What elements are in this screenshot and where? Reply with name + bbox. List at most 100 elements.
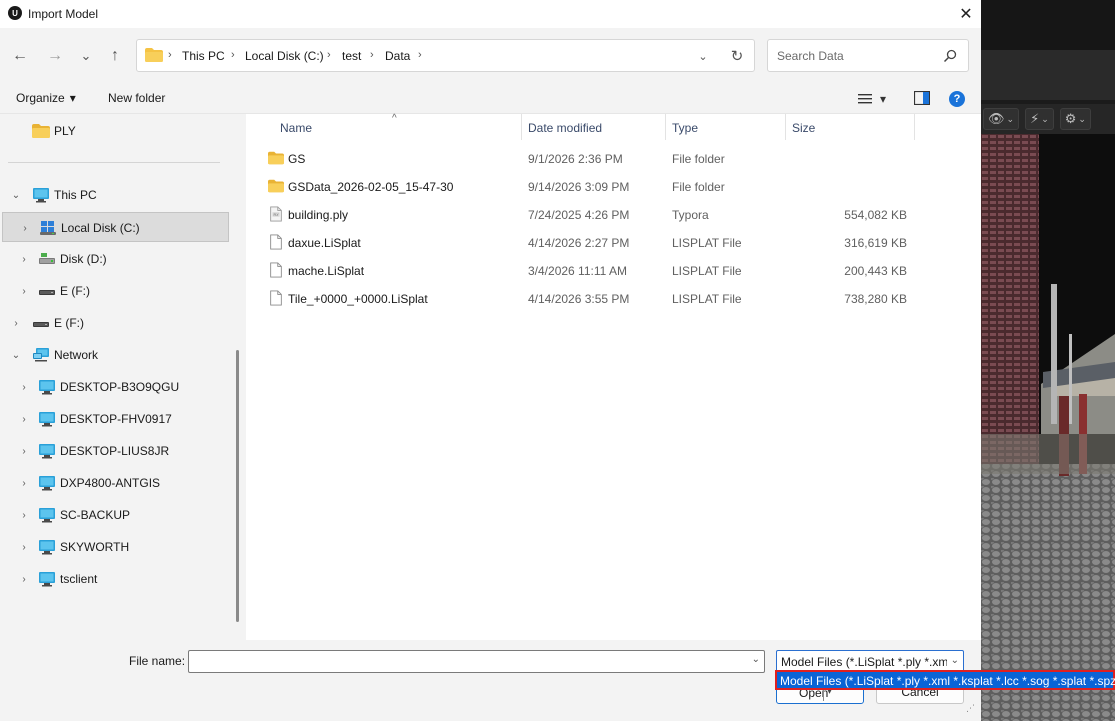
close-button[interactable]: ✕ bbox=[951, 0, 981, 28]
breadcrumb-test[interactable]: test bbox=[342, 49, 361, 63]
organize-button[interactable]: Organize ▾ bbox=[16, 91, 76, 105]
chevron-right-icon[interactable]: › bbox=[18, 477, 30, 489]
nav-item-label: DXP4800-ANTGIS bbox=[60, 476, 161, 490]
nav-item-desktop-b3o9qgu[interactable]: › DESKTOP-B3O9QGU bbox=[0, 372, 228, 402]
column-header-size[interactable]: Size bbox=[792, 121, 815, 135]
column-divider[interactable] bbox=[521, 114, 522, 140]
computer-icon bbox=[39, 572, 55, 587]
unreal-logo-icon: U bbox=[8, 6, 22, 20]
address-history-dropdown[interactable]: ⌄ bbox=[692, 47, 714, 65]
bg-3d-viewport[interactable] bbox=[981, 134, 1115, 721]
file-row[interactable]: PLY building.ply 7/24/2025 4:26 PM Typora 55… bbox=[260, 200, 920, 228]
search-input[interactable] bbox=[769, 41, 935, 70]
file-name: mache.LiSplat bbox=[288, 264, 365, 278]
computer-icon bbox=[39, 476, 55, 491]
nav-item-e-f[interactable]: › E (F:) bbox=[0, 276, 228, 306]
column-header-type[interactable]: Type bbox=[672, 121, 698, 135]
nav-item-desktop-fhv0917[interactable]: › DESKTOP-FHV0917 bbox=[0, 404, 228, 434]
file-date-modified: 9/14/2026 3:09 PM bbox=[528, 180, 630, 194]
file-type-select[interactable]: Model Files (*.LiSplat *.ply *.xm ⌄ bbox=[776, 650, 964, 672]
file-type-selected-value: Model Files (*.LiSplat *.ply *.xm bbox=[781, 655, 947, 669]
address-bar[interactable]: › This PC › Local Disk (C:) › test › Dat… bbox=[136, 39, 755, 72]
nav-item-disk-d[interactable]: › Disk (D:) bbox=[0, 244, 228, 274]
resize-grip-icon[interactable]: ⋰ bbox=[966, 704, 978, 718]
chevron-right-icon[interactable]: › bbox=[18, 541, 30, 553]
chevron-right-icon[interactable]: › bbox=[19, 222, 31, 234]
refresh-icon: ↻ bbox=[730, 48, 744, 65]
file-type-option-model-files[interactable]: Model Files (*.LiSplat *.ply *.xml *.ksp… bbox=[780, 674, 1115, 688]
chevron-right-icon[interactable]: › bbox=[18, 413, 30, 425]
file-date-modified: 4/14/2026 2:27 PM bbox=[528, 236, 630, 250]
file-list: ^ Name Date modified Type Size GS 9/1/202… bbox=[246, 113, 981, 640]
chevron-right-icon[interactable]: › bbox=[18, 509, 30, 521]
file-row[interactable]: GSData_2026-02-05_15-47-30 9/14/2026 3:09… bbox=[260, 172, 920, 200]
preview-pane-icon[interactable] bbox=[914, 91, 930, 105]
help-button[interactable]: ? bbox=[949, 91, 965, 107]
title-bar[interactable]: U Import Model ✕ bbox=[0, 0, 981, 28]
nav-item-local-disk-c[interactable]: › Local Disk (C:) bbox=[2, 212, 229, 242]
folder-icon bbox=[145, 48, 163, 62]
forward-button[interactable]: → bbox=[43, 45, 67, 67]
eye-icon[interactable]: 👁 ⌄ bbox=[983, 108, 1020, 130]
nav-divider bbox=[8, 162, 220, 163]
file-row[interactable]: Tile_+0000_+0000.LiSplat 4/14/2026 3:55 P… bbox=[260, 284, 920, 312]
computer-icon bbox=[39, 540, 55, 555]
file-type: Typora bbox=[672, 208, 709, 222]
file-row[interactable]: daxue.LiSplat 4/14/2026 2:27 PM LISPLAT Fi… bbox=[260, 228, 920, 256]
nav-item-skyworth[interactable]: › SKYWORTH bbox=[0, 532, 228, 562]
change-view-button[interactable]: ▾ bbox=[858, 90, 894, 108]
wand-icon[interactable]: ⚡ ⌄ bbox=[1025, 108, 1054, 130]
breadcrumb-separator: › bbox=[418, 49, 422, 61]
chevron-right-icon[interactable]: › bbox=[18, 253, 30, 265]
file-row[interactable]: mache.LiSplat 3/4/2026 11:11 AM LISPLAT Fi… bbox=[260, 256, 920, 284]
column-divider[interactable] bbox=[665, 114, 666, 140]
chevron-right-icon[interactable]: › bbox=[18, 573, 30, 585]
file-name-input[interactable] bbox=[190, 652, 740, 671]
column-divider[interactable] bbox=[914, 114, 915, 140]
column-header-date[interactable]: Date modified bbox=[528, 121, 602, 135]
file-row[interactable]: GS 9/1/2026 2:36 PM File folder bbox=[260, 144, 920, 172]
computer-icon bbox=[39, 412, 55, 427]
file-icon bbox=[270, 234, 282, 250]
chevron-right-icon[interactable]: › bbox=[18, 285, 30, 297]
chevron-right-icon[interactable]: › bbox=[18, 381, 30, 393]
breadcrumb-this-pc[interactable]: This PC bbox=[182, 49, 225, 63]
navigation-pane: PLY ⌄ This PC › Local Disk (C:) › Disk (D:) › E … bbox=[0, 114, 246, 640]
nav-item-e-f[interactable]: › E (F:) bbox=[0, 308, 228, 338]
refresh-button[interactable]: ↻ bbox=[726, 46, 748, 66]
breadcrumb-local-disk[interactable]: Local Disk (C:) bbox=[245, 49, 324, 63]
breadcrumb-data[interactable]: Data bbox=[385, 49, 410, 63]
column-divider[interactable] bbox=[785, 114, 786, 140]
gear-icon[interactable]: ⚙ ⌄ bbox=[1059, 108, 1091, 130]
nav-item-label: DESKTOP-B3O9QGU bbox=[60, 380, 180, 394]
new-folder-button[interactable]: New folder bbox=[108, 91, 165, 105]
search-box[interactable] bbox=[767, 39, 969, 72]
file-name-combobox[interactable]: ⌄ bbox=[188, 650, 765, 673]
file-size: 316,619 KB bbox=[844, 236, 907, 250]
chevron-down-icon[interactable]: ⌄ bbox=[10, 349, 22, 361]
file-size: 200,443 KB bbox=[844, 264, 907, 278]
point-cloud-scene bbox=[981, 134, 1115, 721]
chevron-right-icon[interactable]: › bbox=[18, 445, 30, 457]
ply-file-icon: PLY bbox=[270, 206, 282, 222]
chevron-down-icon[interactable]: ⌄ bbox=[10, 189, 22, 201]
file-name-label: File name: bbox=[129, 654, 186, 668]
column-header-name[interactable]: Name bbox=[280, 121, 312, 135]
search-icon[interactable] bbox=[940, 46, 960, 66]
nav-item-tsclient[interactable]: › tsclient bbox=[0, 564, 228, 594]
nav-item-ply[interactable]: PLY bbox=[0, 116, 228, 146]
nav-item-label: Local Disk (C:) bbox=[61, 221, 140, 235]
recent-locations-button[interactable]: ⌄ bbox=[74, 45, 98, 67]
nav-item-desktop-lius8jr[interactable]: › DESKTOP-LIUS8JR bbox=[0, 436, 228, 466]
back-button[interactable]: ← bbox=[8, 45, 32, 67]
nav-scrollbar-thumb[interactable] bbox=[236, 350, 239, 622]
nav-item-network[interactable]: ⌄ Network bbox=[0, 340, 228, 370]
chevron-right-icon[interactable]: › bbox=[10, 317, 22, 329]
chevron-down-icon[interactable]: ⌄ bbox=[752, 654, 760, 665]
file-name: GS bbox=[288, 152, 306, 166]
nav-item-sc-backup[interactable]: › SC-BACKUP bbox=[0, 500, 228, 530]
nav-item-this-pc[interactable]: ⌄ This PC bbox=[0, 180, 228, 210]
navigation-bar: ← → ⌄ ↑ › This PC › Local Disk (C:) › te… bbox=[0, 28, 981, 84]
up-button[interactable]: ↑ bbox=[103, 45, 127, 67]
nav-item-dxp4800-antgis[interactable]: › DXP4800-ANTGIS bbox=[0, 468, 228, 498]
